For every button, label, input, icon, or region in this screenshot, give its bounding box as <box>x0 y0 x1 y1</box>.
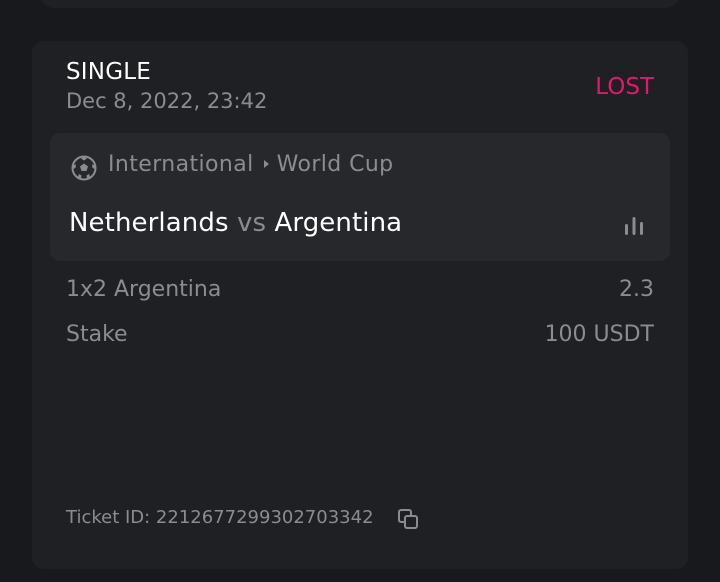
event-panel[interactable]: International World Cup Netherlands vs Ar… <box>50 133 670 261</box>
selection-market: 1x2 Argentina <box>66 277 222 302</box>
stake-value: 100 USDT <box>544 322 654 347</box>
stake-row: Stake 100 USDT <box>66 322 654 347</box>
copy-icon[interactable] <box>396 507 420 531</box>
vs-separator: vs <box>236 208 267 238</box>
previous-bet-card <box>40 0 680 8</box>
home-team: Netherlands <box>69 208 229 238</box>
bet-card: SINGLE Dec 8, 2022, 23:42 LOST Internati… <box>32 41 688 569</box>
breadcrumb-category[interactable]: International <box>108 152 254 177</box>
ticket-id: Ticket ID: 2212677299302703342 <box>66 507 374 528</box>
selection-row: 1x2 Argentina 2.3 <box>66 277 654 302</box>
match-title[interactable]: Netherlands vs Argentina <box>69 208 402 238</box>
bar-chart-icon[interactable] <box>622 215 646 237</box>
bet-date: Dec 8, 2022, 23:42 <box>66 89 268 113</box>
bet-type: SINGLE <box>66 59 151 85</box>
stake-label: Stake <box>66 322 128 347</box>
soccer-ball-icon <box>71 155 97 181</box>
away-team: Argentina <box>274 208 403 238</box>
event-breadcrumb[interactable]: International World Cup <box>108 152 394 177</box>
chevron-right-icon <box>263 159 269 168</box>
breadcrumb-league[interactable]: World Cup <box>277 152 394 177</box>
bet-status-badge: LOST <box>595 74 654 100</box>
selection-odds: 2.3 <box>619 277 654 302</box>
